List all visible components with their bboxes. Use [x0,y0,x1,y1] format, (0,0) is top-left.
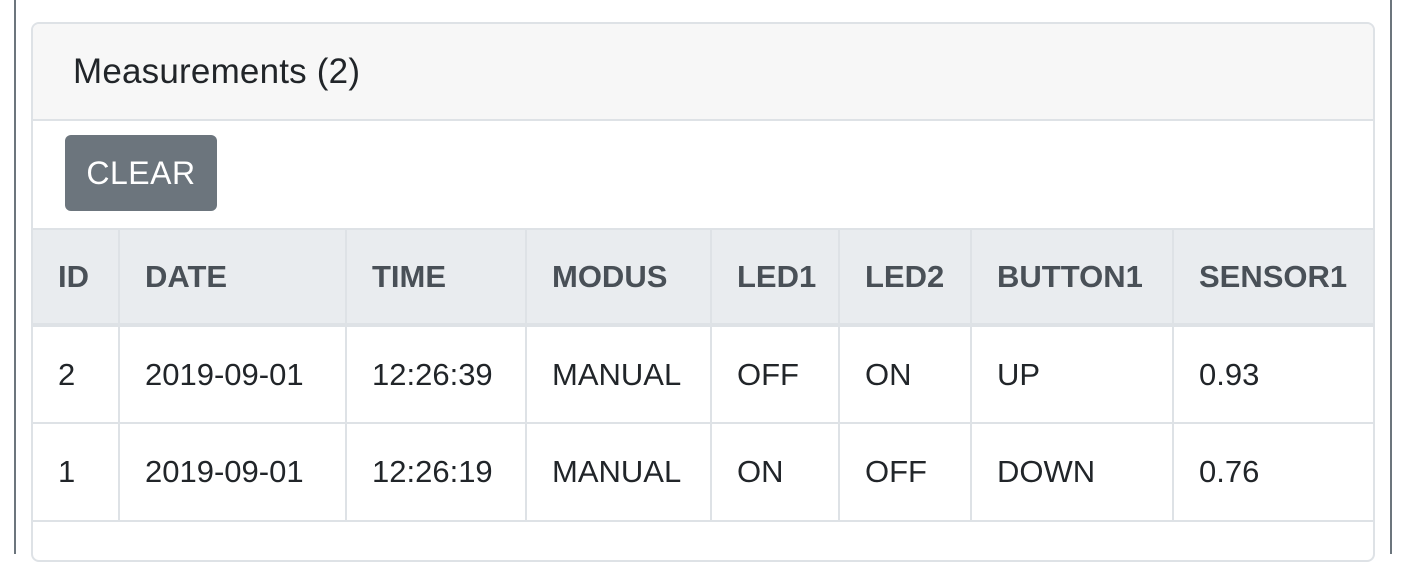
column-header-time[interactable]: TIME [345,228,527,327]
cell-date: 2019-09-01 [118,324,347,424]
cell-led2: ON [838,324,972,424]
table-header-row: ID DATE TIME MODUS LED1 LED2 BUTTON1 SEN… [33,228,1373,327]
table-row: 2 2019-09-01 12:26:39 MANUAL OFF ON UP 0… [33,324,1373,424]
cell-led1: ON [710,422,840,522]
card-header: Measurements (2) [33,24,1373,121]
cell-sensor1: 0.76 [1172,422,1373,522]
cell-modus: MANUAL [525,324,712,424]
column-header-sensor1[interactable]: SENSOR1 [1172,228,1373,327]
cell-sensor1: 0.93 [1172,324,1373,424]
column-header-button1[interactable]: BUTTON1 [970,228,1174,327]
cell-id: 2 [33,324,120,424]
cell-led2: OFF [838,422,972,522]
cell-date: 2019-09-01 [118,422,347,522]
measurements-table: ID DATE TIME MODUS LED1 LED2 BUTTON1 SEN… [33,228,1373,522]
column-header-id[interactable]: ID [33,228,120,327]
column-header-led1[interactable]: LED1 [710,228,840,327]
card-title: Measurements (2) [73,51,361,91]
column-header-led2[interactable]: LED2 [838,228,972,327]
cell-led1: OFF [710,324,840,424]
cell-button1: DOWN [970,422,1174,522]
cell-time: 12:26:19 [345,422,527,522]
cell-id: 1 [33,422,120,522]
table-row: 1 2019-09-01 12:26:19 MANUAL ON OFF DOWN… [33,422,1373,522]
cell-button1: UP [970,324,1174,424]
column-header-modus[interactable]: MODUS [525,228,712,327]
column-header-date[interactable]: DATE [118,228,347,327]
cell-modus: MANUAL [525,422,712,522]
cell-time: 12:26:39 [345,324,527,424]
clear-button[interactable]: CLEAR [65,135,217,211]
measurements-card: Measurements (2) CLEAR ID DATE TIME MODU… [31,22,1375,562]
toolbar: CLEAR [33,121,1373,228]
